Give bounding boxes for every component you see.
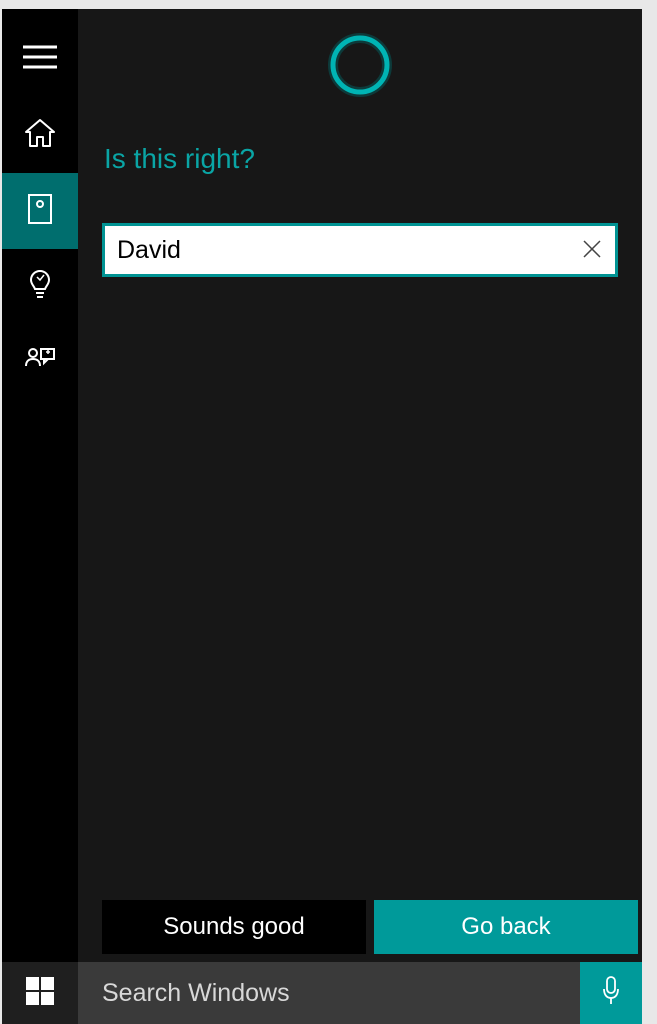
- feedback-icon: [24, 346, 56, 381]
- cortana-logo-icon: [78, 9, 642, 97]
- sounds-good-button[interactable]: Sounds good: [102, 900, 366, 954]
- sidebar-item-tips[interactable]: [2, 249, 78, 325]
- lightbulb-icon: [26, 269, 54, 306]
- home-icon: [24, 118, 56, 153]
- cortana-window: Is this right? Sounds good Go back: [2, 9, 642, 1024]
- sidebar-item-menu[interactable]: [2, 21, 78, 97]
- action-button-row: Sounds good Go back: [102, 900, 638, 962]
- close-icon: [583, 240, 601, 261]
- sidebar: [2, 9, 78, 962]
- microphone-icon: [601, 975, 621, 1012]
- main-area: Is this right? Sounds good Go back: [2, 9, 642, 962]
- sidebar-item-notebook[interactable]: [2, 173, 78, 249]
- microphone-button[interactable]: [580, 962, 642, 1024]
- prompt-title: Is this right?: [104, 143, 642, 175]
- name-input[interactable]: [105, 226, 569, 274]
- sidebar-item-home[interactable]: [2, 97, 78, 173]
- content-area: Is this right? Sounds good Go back: [78, 9, 642, 962]
- notebook-icon: [27, 193, 53, 230]
- start-button[interactable]: [2, 962, 78, 1024]
- windows-icon: [26, 977, 54, 1010]
- taskbar: Search Windows: [2, 962, 642, 1024]
- search-box[interactable]: Search Windows: [78, 962, 580, 1024]
- sidebar-item-feedback[interactable]: [2, 325, 78, 401]
- name-input-wrapper: [102, 223, 618, 277]
- go-back-button[interactable]: Go back: [374, 900, 638, 954]
- search-placeholder: Search Windows: [102, 979, 290, 1008]
- clear-input-button[interactable]: [569, 226, 615, 274]
- hamburger-icon: [23, 45, 57, 74]
